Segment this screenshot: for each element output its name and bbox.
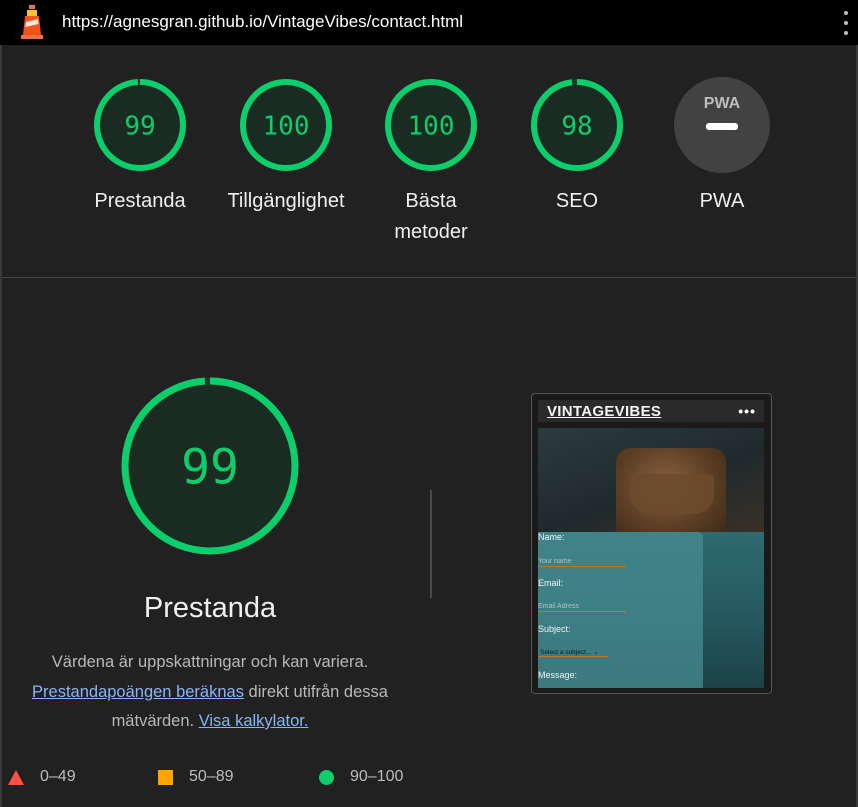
best-practices-score: 100: [408, 111, 455, 141]
pwa-badge[interactable]: PWA: [674, 77, 770, 173]
accessibility-gauge[interactable]: 100: [237, 76, 335, 174]
screenshot-hero-image: Name: Your name Email: Email Adress Subj…: [538, 428, 764, 688]
screenshot-name-placeholder: Your name: [538, 558, 572, 565]
desc-text-1: Värdena är uppskattningar och kan varier…: [51, 653, 369, 671]
legend-fail: 0–49: [8, 766, 76, 788]
pass-circle-icon: [319, 769, 334, 785]
vertical-divider: [430, 490, 432, 598]
page-screenshot[interactable]: VINTAGEVIBES ••• Name: Your name Email: …: [531, 393, 772, 694]
contact-form-panel: Name: Your name Email: Email Adress Subj…: [538, 532, 703, 688]
seo-gauge[interactable]: 98: [528, 76, 626, 174]
name-underline: [538, 566, 626, 567]
pwa-label: PWA: [699, 190, 745, 212]
performance-main-gauge[interactable]: 99: [118, 374, 302, 558]
performance-label: Prestanda: [94, 190, 186, 212]
best-practices-gauge[interactable]: 100: [382, 76, 480, 174]
subject-underline: [538, 656, 608, 657]
more-options-icon[interactable]: [843, 11, 849, 35]
email-underline: [538, 611, 626, 612]
performance-main-score: 99: [181, 439, 239, 495]
report-topbar: https://agnesgran.github.io/VintageVibes…: [0, 0, 858, 45]
section-divider: [2, 277, 856, 278]
screenshot-navbar: VINTAGEVIBES •••: [538, 400, 764, 422]
legend-range-average: 50–89: [189, 768, 234, 785]
report-url[interactable]: https://agnesgran.github.io/VintageVibes…: [62, 12, 463, 32]
best-practices-label: Bästa metoder: [394, 190, 468, 243]
screenshot-brand: VINTAGEVIBES: [547, 402, 662, 420]
legend-range-fail: 0–49: [40, 768, 76, 785]
screenshot-subject-select: Select a subject... ⌄: [540, 649, 599, 656]
legend-range-pass: 90–100: [350, 768, 404, 785]
accessibility-score: 100: [263, 111, 310, 141]
seo-score: 98: [561, 111, 592, 141]
legend-average: 50–89: [158, 766, 234, 788]
lighthouse-logo-icon: [21, 5, 43, 39]
performance-title: Prestanda: [143, 592, 277, 624]
screenshot-menu-icon: •••: [738, 403, 756, 419]
screenshot-subject-label: Subject:: [538, 624, 571, 634]
leather-bag-flap: [630, 474, 714, 514]
legend-pass: 90–100: [319, 766, 403, 788]
pwa-badge-text: PWA: [704, 95, 741, 112]
frame-border-left: [0, 45, 2, 807]
screenshot-email-placeholder: Email Adress: [538, 603, 579, 610]
performance-description: Värdena är uppskattningar och kan varier…: [8, 648, 412, 737]
screenshot-email-label: Email:: [538, 578, 564, 588]
average-square-icon: [158, 769, 173, 785]
performance-score: 99: [124, 111, 155, 141]
accessibility-label: Tillgänglighet: [227, 190, 345, 212]
score-calculation-link[interactable]: Prestandapoängen beräknas: [32, 683, 244, 701]
screenshot-name-label: Name:: [538, 532, 565, 542]
seo-label: SEO: [555, 190, 599, 212]
performance-gauge[interactable]: 99: [91, 76, 189, 174]
view-calculator-link[interactable]: Visa kalkylator.: [199, 712, 309, 730]
screenshot-message-label: Message:: [538, 670, 578, 680]
fail-triangle-icon: [8, 769, 24, 785]
pwa-dash-icon: [706, 123, 738, 130]
